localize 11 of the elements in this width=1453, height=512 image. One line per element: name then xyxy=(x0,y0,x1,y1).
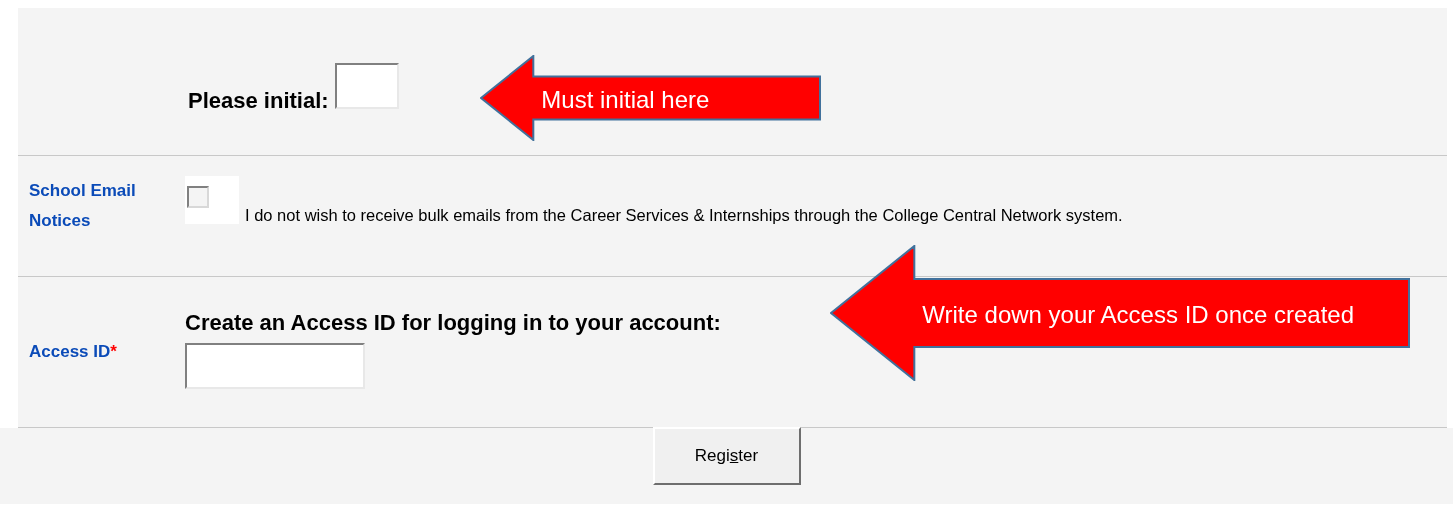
checkbox[interactable] xyxy=(187,186,209,208)
field-label: Access ID* xyxy=(29,342,117,361)
access-id-field[interactable] xyxy=(185,342,365,389)
opt-out-text: I do not wish to receive bulk emails from the Career Services & Internships through the College Central Network system. xyxy=(245,206,1123,223)
initial-prompt: Please initial: xyxy=(188,86,329,115)
access-id-prompt: Create an Access ID for logging in to your account: xyxy=(185,309,721,337)
callout-text: Write down your Access ID once created xyxy=(922,300,1355,330)
field-label: School Email Notices xyxy=(29,181,136,230)
register-button[interactable]: Register xyxy=(652,427,801,485)
callout-text: Must initial here xyxy=(541,85,710,115)
initial-field[interactable] xyxy=(334,62,399,109)
